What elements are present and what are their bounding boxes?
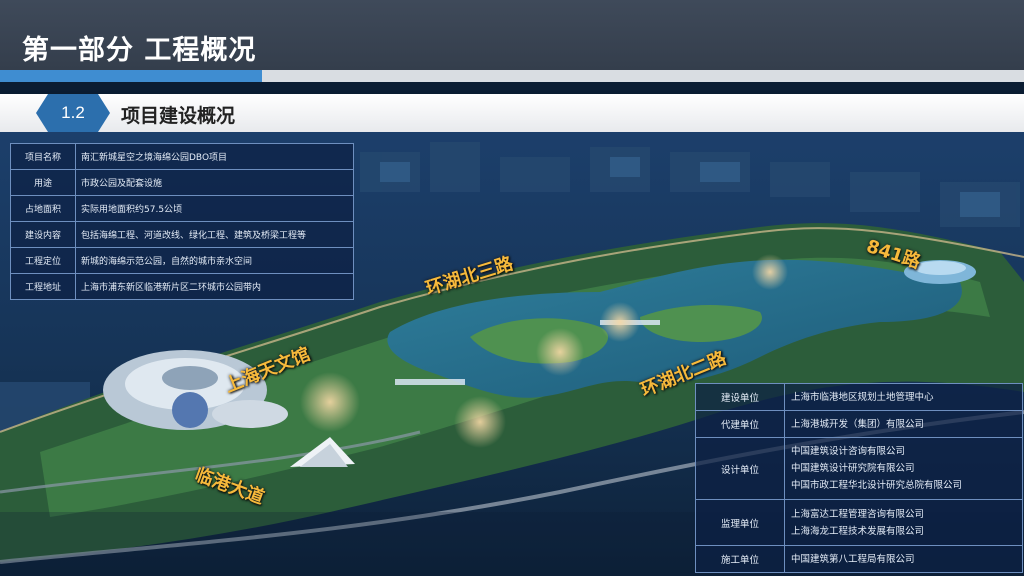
header-accent (0, 70, 262, 82)
unit-value-line: 上海港城开发（集团）有限公司 (791, 418, 925, 430)
units-table: 建设单位 上海市临港地区规划土地管理中心 代建单位 上海港城开发（集团）有限公司 设… (695, 383, 1023, 573)
unit-value-line: 中国建筑设计研究院有限公司 (791, 463, 915, 474)
unit-value: 上海富达工程管理咨询有限公司 上海海龙工程技术发展有限公司 (784, 499, 1023, 546)
info-value: 新城的海绵示范公园，自然的城市亲水空间 (75, 247, 354, 274)
table-row: 代建单位 上海港城开发（集团）有限公司 (695, 410, 1023, 438)
info-key: 工程地址 (10, 273, 76, 300)
unit-key: 监理单位 (695, 499, 785, 546)
slide-title: 第一部分 工程概况 (22, 35, 257, 66)
table-row: 项目名称 南汇新城星空之境海绵公园DBO项目 (10, 143, 354, 170)
unit-value: 上海港城开发（集团）有限公司 (784, 410, 1023, 438)
section-title: 项目建设概况 (121, 105, 236, 127)
slide-header: 第一部分 工程概况 (0, 0, 1024, 70)
info-key: 项目名称 (10, 143, 76, 170)
unit-value-line: 中国建筑设计咨询有限公司 (791, 446, 906, 457)
table-row: 占地面积 实际用地面积约57.5公顷 (10, 195, 354, 222)
unit-key: 建设单位 (695, 383, 785, 411)
unit-value-line: 中国建筑第八工程局有限公司 (791, 553, 915, 565)
unit-key: 施工单位 (695, 545, 785, 573)
table-row: 设计单位 中国建筑设计咨询有限公司 中国建筑设计研究院有限公司中国市政工程华北设计研… (695, 437, 1023, 500)
table-row: 用途 市政公园及配套设施 (10, 169, 354, 196)
table-row: 建设单位 上海市临港地区规划土地管理中心 (695, 383, 1023, 411)
unit-value: 中国建筑设计咨询有限公司 中国建筑设计研究院有限公司中国市政工程华北设计研究总院有… (784, 437, 1023, 500)
info-key: 建设内容 (10, 221, 76, 248)
unit-value-line: 上海市临港地区规划土地管理中心 (791, 391, 934, 403)
info-key: 用途 (10, 169, 76, 196)
unit-value-line: 上海富达工程管理咨询有限公司 (791, 508, 925, 520)
info-value: 包括海绵工程、河道改线、绿化工程、建筑及桥梁工程等 (75, 221, 354, 248)
info-value: 实际用地面积约57.5公顷 (75, 195, 354, 222)
info-key: 占地面积 (10, 195, 76, 222)
unit-value: 中国建筑第八工程局有限公司 (784, 545, 1023, 573)
project-info-table: 项目名称 南汇新城星空之境海绵公园DBO项目 用途 市政公园及配套设施 占地面积 实际… (10, 143, 354, 300)
table-row: 工程地址 上海市浦东新区临港新片区二环城市公园带内 (10, 273, 354, 300)
section-number: 1.2 (61, 103, 85, 122)
unit-key: 设计单位 (695, 437, 785, 500)
table-row: 建设内容 包括海绵工程、河道改线、绿化工程、建筑及桥梁工程等 (10, 221, 354, 248)
info-value: 市政公园及配套设施 (75, 169, 354, 196)
unit-key: 代建单位 (695, 410, 785, 438)
unit-value: 上海市临港地区规划土地管理中心 (784, 383, 1023, 411)
info-value: 上海市浦东新区临港新片区二环城市公园带内 (75, 273, 354, 300)
table-row: 监理单位 上海富达工程管理咨询有限公司 上海海龙工程技术发展有限公司 (695, 499, 1023, 546)
table-row: 工程定位 新城的海绵示范公园，自然的城市亲水空间 (10, 247, 354, 274)
unit-value-line: 中国市政工程华北设计研究总院有限公司 (791, 480, 963, 491)
info-value: 南汇新城星空之境海绵公园DBO项目 (75, 143, 354, 170)
table-row: 施工单位 中国建筑第八工程局有限公司 (695, 545, 1023, 573)
info-key: 工程定位 (10, 247, 76, 274)
unit-value-line: 上海海龙工程技术发展有限公司 (791, 525, 925, 537)
